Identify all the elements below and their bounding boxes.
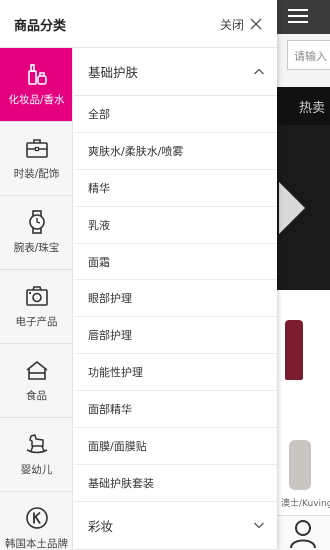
hot-tab[interactable]: 热卖 xyxy=(299,97,325,116)
category-label: 食品 xyxy=(26,390,47,402)
hamburger-menu-icon[interactable] xyxy=(288,9,308,23)
subcategory-item[interactable]: 眼部护理 xyxy=(74,280,277,318)
background-banner xyxy=(277,125,330,290)
section-header-basic-skincare[interactable]: 基础护肤 xyxy=(74,48,277,96)
cosmetics-icon xyxy=(27,64,47,85)
rocking-horse-icon xyxy=(26,434,47,454)
subcategory-item[interactable]: 精华 xyxy=(74,170,277,207)
background-bottom-bar xyxy=(277,515,330,550)
banner-next-arrow-icon[interactable] xyxy=(279,182,305,234)
category-label: 化妆品/香水 xyxy=(8,94,65,106)
category-item-baby[interactable]: 婴幼儿 xyxy=(0,418,72,492)
drawer-header: 商品分类 关闭 xyxy=(0,0,277,48)
category-label: 婴幼儿 xyxy=(20,464,53,476)
user-icon[interactable] xyxy=(289,518,317,548)
category-item-fashion[interactable]: 时装/配饰 xyxy=(0,122,72,196)
subcategory-panel: 基础护肤 全部 爽肤水/柔肤水/喷雾 精华 乳液 面霜 眼部护理 唇部护理 功能… xyxy=(74,48,277,550)
section-title: 彩妆 xyxy=(88,518,114,534)
category-list: 化妆品/香水 时装/配饰 腕表/珠宝 电子产品 食品 婴幼儿 韩国本土品牌 xyxy=(0,48,73,550)
background-page: 请输入 热卖 澳士/Kuvings xyxy=(277,0,330,550)
subcategory-item[interactable]: 面部精华 xyxy=(74,391,277,429)
product-caption: 澳士/Kuvings xyxy=(281,499,330,509)
category-label: 电子产品 xyxy=(15,316,58,328)
background-topbar xyxy=(277,0,330,34)
category-item-electronics[interactable]: 电子产品 xyxy=(0,270,72,344)
close-label: 关闭 xyxy=(220,17,245,32)
category-label: 腕表/珠宝 xyxy=(13,242,60,254)
close-icon xyxy=(250,18,262,30)
category-item-korean-brands[interactable]: 韩国本土品牌 xyxy=(0,492,72,550)
camera-icon xyxy=(25,286,48,306)
section-header-makeup[interactable]: 彩妆 xyxy=(74,502,277,550)
category-item-food[interactable]: 食品 xyxy=(0,344,72,418)
section-title: 基础护肤 xyxy=(88,65,139,80)
background-search-input[interactable]: 请输入 xyxy=(287,40,330,70)
briefcase-icon xyxy=(25,139,48,158)
background-tab-bar: 热卖 xyxy=(277,87,330,125)
subcategory-item[interactable]: 面霜 xyxy=(74,244,277,281)
category-label: 韩国本土品牌 xyxy=(5,538,68,550)
subcategory-item[interactable]: 面膜/面膜贴 xyxy=(74,428,277,465)
category-item-watches[interactable]: 腕表/珠宝 xyxy=(0,196,72,270)
drawer-title: 商品分类 xyxy=(14,19,67,34)
category-drawer: 商品分类 关闭 化妆品/香水 时装/配饰 腕表/珠宝 电子产品 食品 婴幼儿 韩… xyxy=(0,0,277,550)
product-image xyxy=(289,440,311,490)
close-button[interactable]: 关闭 xyxy=(220,12,262,36)
subcategory-item[interactable]: 基础护肤套装 xyxy=(74,465,277,502)
subcategory-item[interactable]: 爽肤水/柔肤水/喷雾 xyxy=(74,133,277,170)
subcategory-item[interactable]: 乳液 xyxy=(74,207,277,244)
category-label: 时装/配饰 xyxy=(13,168,60,180)
k-brand-icon xyxy=(25,507,48,529)
watch-icon xyxy=(28,210,45,234)
food-icon xyxy=(26,360,47,380)
subcategory-item[interactable]: 全部 xyxy=(74,96,277,133)
chevron-down-icon xyxy=(254,522,264,529)
subcategory-item[interactable]: 唇部护理 xyxy=(74,317,277,355)
product-image xyxy=(285,320,303,380)
chevron-up-icon xyxy=(254,68,264,74)
subcategory-item[interactable]: 功能性护理 xyxy=(74,354,277,392)
background-products: 澳士/Kuvings xyxy=(277,290,330,515)
category-item-cosmetics[interactable]: 化妆品/香水 xyxy=(0,48,72,122)
